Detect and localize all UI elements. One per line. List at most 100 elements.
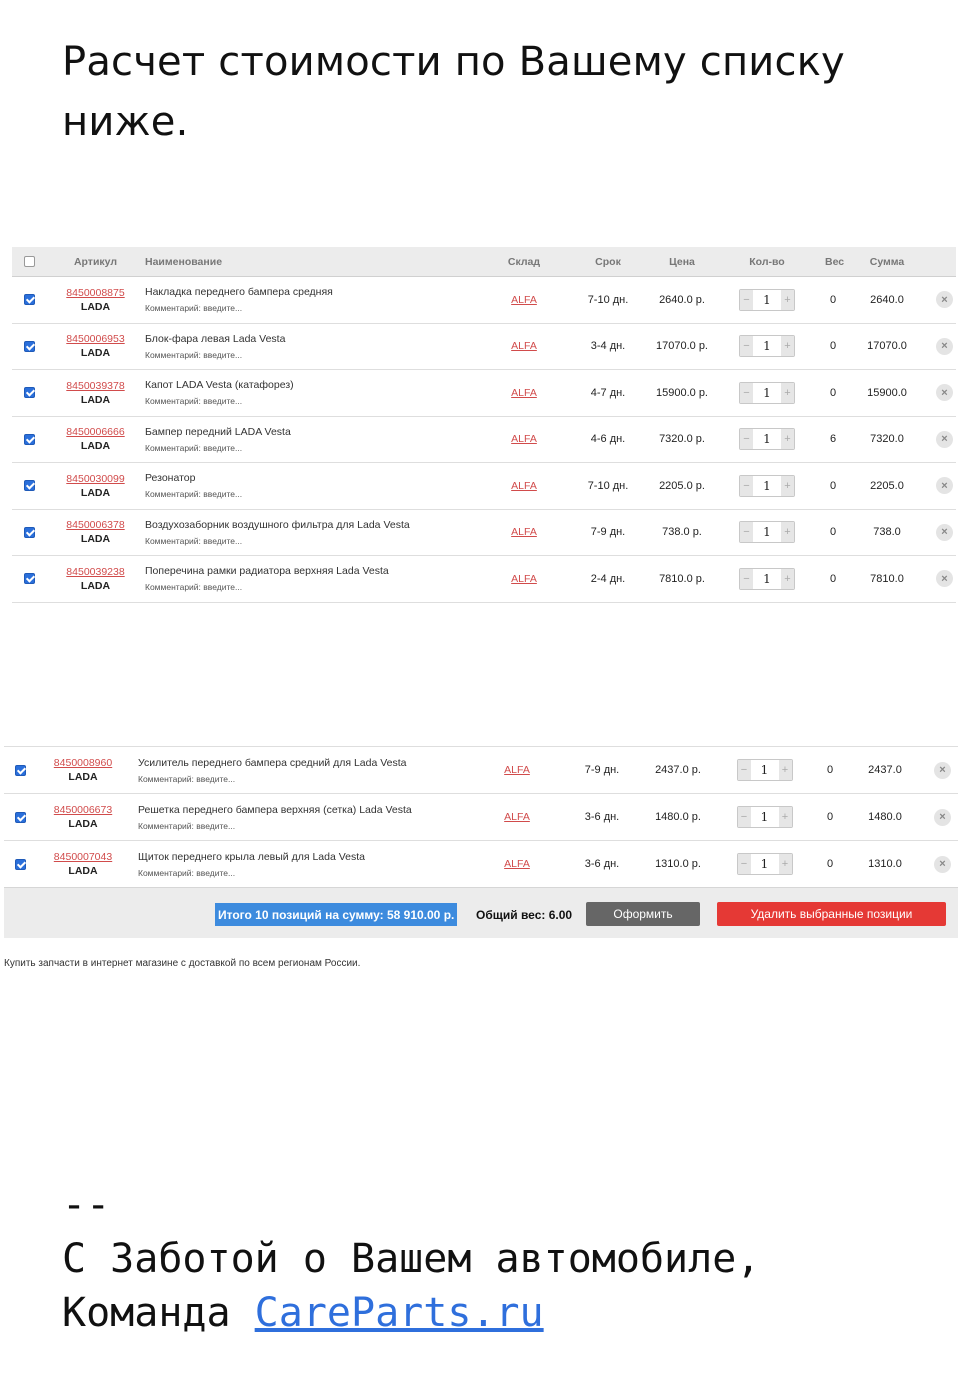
row-checkbox[interactable]	[23, 387, 35, 399]
qty-minus-button[interactable]: −	[740, 289, 753, 310]
comment-field[interactable]: Комментарий: введите...	[145, 396, 487, 406]
header-qty[interactable]: Кол-во	[709, 256, 825, 268]
row-checkbox[interactable]	[23, 526, 35, 538]
qty-input[interactable]: 1	[753, 290, 781, 310]
qty-plus-button[interactable]: +	[778, 760, 792, 780]
remove-item-icon[interactable]: ×	[936, 337, 953, 355]
delete-selected-button[interactable]: Удалить выбранные позиции	[717, 902, 946, 926]
article-link[interactable]: 8450030099	[46, 473, 145, 485]
qty-plus-button[interactable]: +	[781, 336, 794, 357]
remove-item-icon[interactable]: ×	[934, 761, 951, 779]
header-term[interactable]: Срок	[561, 256, 655, 268]
header-warehouse[interactable]: Склад	[487, 256, 561, 268]
qty-minus-button[interactable]: −	[740, 475, 753, 496]
comment-field[interactable]: Комментарий: введите...	[145, 536, 487, 546]
remove-item-icon[interactable]: ×	[934, 808, 951, 826]
careparts-link[interactable]: CareParts.ru	[255, 1290, 544, 1336]
warehouse-link[interactable]: ALFA	[511, 294, 537, 306]
warehouse-link[interactable]: ALFA	[504, 858, 530, 870]
qty-minus-button[interactable]: −	[737, 760, 751, 780]
qty-minus-button[interactable]: −	[737, 854, 751, 874]
warehouse-link[interactable]: ALFA	[511, 480, 537, 492]
comment-field[interactable]: Комментарий: введите...	[145, 350, 487, 360]
warehouse-link[interactable]: ALFA	[511, 433, 537, 445]
article-link[interactable]: 8450006378	[46, 519, 145, 531]
warehouse-link[interactable]: ALFA	[511, 573, 537, 585]
remove-item-icon[interactable]: ×	[936, 570, 953, 588]
remove-item-icon[interactable]: ×	[934, 855, 951, 873]
select-all-checkbox[interactable]	[23, 256, 35, 268]
item-weight: 0	[829, 386, 837, 399]
qty-plus-button[interactable]: +	[778, 807, 792, 827]
name-cell: Решетка переднего бампера верхняя (сетка…	[130, 804, 478, 831]
quantity-stepper: −1 +	[736, 853, 793, 875]
article-link[interactable]: 8450008875	[46, 287, 145, 299]
remove-item-icon[interactable]: ×	[936, 291, 953, 309]
name-cell: Накладка переднего бампера средняя Коммен…	[145, 286, 487, 313]
row-select-cell	[12, 294, 46, 306]
qty-minus-button[interactable]: −	[740, 522, 753, 543]
qty-input[interactable]: 1	[751, 760, 779, 780]
comment-field[interactable]: Комментарий: введите...	[138, 821, 478, 831]
qty-minus-button[interactable]: −	[740, 336, 753, 357]
qty-plus-button[interactable]: +	[781, 429, 794, 450]
comment-field[interactable]: Комментарий: введите...	[145, 582, 487, 592]
header-article[interactable]: Артикул	[46, 256, 145, 268]
brand-label: LADA	[80, 347, 111, 360]
header-weight[interactable]: Вес	[825, 256, 844, 268]
header-price[interactable]: Цена	[655, 256, 709, 268]
header-name[interactable]: Наименование	[145, 256, 487, 268]
comment-field[interactable]: Комментарий: введите...	[138, 774, 478, 784]
article-link[interactable]: 8450006666	[46, 426, 145, 438]
qty-input[interactable]: 1	[753, 383, 781, 403]
warehouse-link[interactable]: ALFA	[504, 811, 530, 823]
row-checkbox[interactable]	[14, 858, 26, 870]
row-checkbox[interactable]	[23, 573, 35, 585]
qty-input[interactable]: 1	[753, 522, 781, 542]
article-link[interactable]: 8450007043	[36, 851, 130, 863]
row-checkbox[interactable]	[23, 480, 35, 492]
comment-field[interactable]: Комментарий: введите...	[145, 443, 487, 453]
remove-item-icon[interactable]: ×	[936, 384, 953, 402]
header-sum[interactable]: Сумма	[841, 256, 933, 268]
row-checkbox[interactable]	[23, 340, 35, 352]
qty-plus-button[interactable]: +	[781, 382, 794, 403]
row-checkbox[interactable]	[23, 294, 35, 306]
qty-minus-button[interactable]: −	[740, 382, 753, 403]
article-link[interactable]: 8450039238	[46, 566, 145, 578]
comment-field[interactable]: Комментарий: введите...	[145, 489, 487, 499]
row-checkbox[interactable]	[14, 811, 26, 823]
qty-plus-button[interactable]: +	[781, 475, 794, 496]
item-sum: 1480.0	[868, 811, 902, 823]
qty-minus-button[interactable]: −	[740, 429, 753, 450]
qty-plus-button[interactable]: +	[778, 854, 792, 874]
checkout-button[interactable]: Оформить	[586, 902, 700, 926]
article-link[interactable]: 8450006953	[46, 333, 145, 345]
warehouse-link[interactable]: ALFA	[511, 526, 537, 538]
qty-minus-button[interactable]: −	[737, 807, 751, 827]
qty-input[interactable]: 1	[753, 569, 781, 589]
qty-plus-button[interactable]: +	[781, 522, 794, 543]
qty-input[interactable]: 1	[753, 336, 781, 356]
remove-item-icon[interactable]: ×	[936, 523, 953, 541]
warehouse-link[interactable]: ALFA	[504, 764, 530, 776]
qty-minus-button[interactable]: −	[740, 568, 753, 589]
qty-input[interactable]: 1	[751, 854, 779, 874]
qty-input[interactable]: 1	[753, 476, 781, 496]
row-checkbox[interactable]	[14, 764, 26, 776]
remove-item-icon[interactable]: ×	[936, 430, 953, 448]
qty-input[interactable]: 1	[753, 429, 781, 449]
comment-field[interactable]: Комментарий: введите...	[138, 868, 478, 878]
article-link[interactable]: 8450006673	[36, 804, 130, 816]
item-sum: 15900.0	[867, 386, 907, 399]
article-link[interactable]: 8450008960	[36, 757, 130, 769]
warehouse-link[interactable]: ALFA	[511, 387, 537, 399]
comment-field[interactable]: Комментарий: введите...	[145, 303, 487, 313]
remove-item-icon[interactable]: ×	[936, 477, 953, 495]
warehouse-link[interactable]: ALFA	[511, 340, 537, 352]
qty-input[interactable]: 1	[751, 807, 779, 827]
row-checkbox[interactable]	[23, 433, 35, 445]
qty-plus-button[interactable]: +	[781, 568, 794, 589]
qty-plus-button[interactable]: +	[781, 289, 794, 310]
article-link[interactable]: 8450039378	[46, 380, 145, 392]
